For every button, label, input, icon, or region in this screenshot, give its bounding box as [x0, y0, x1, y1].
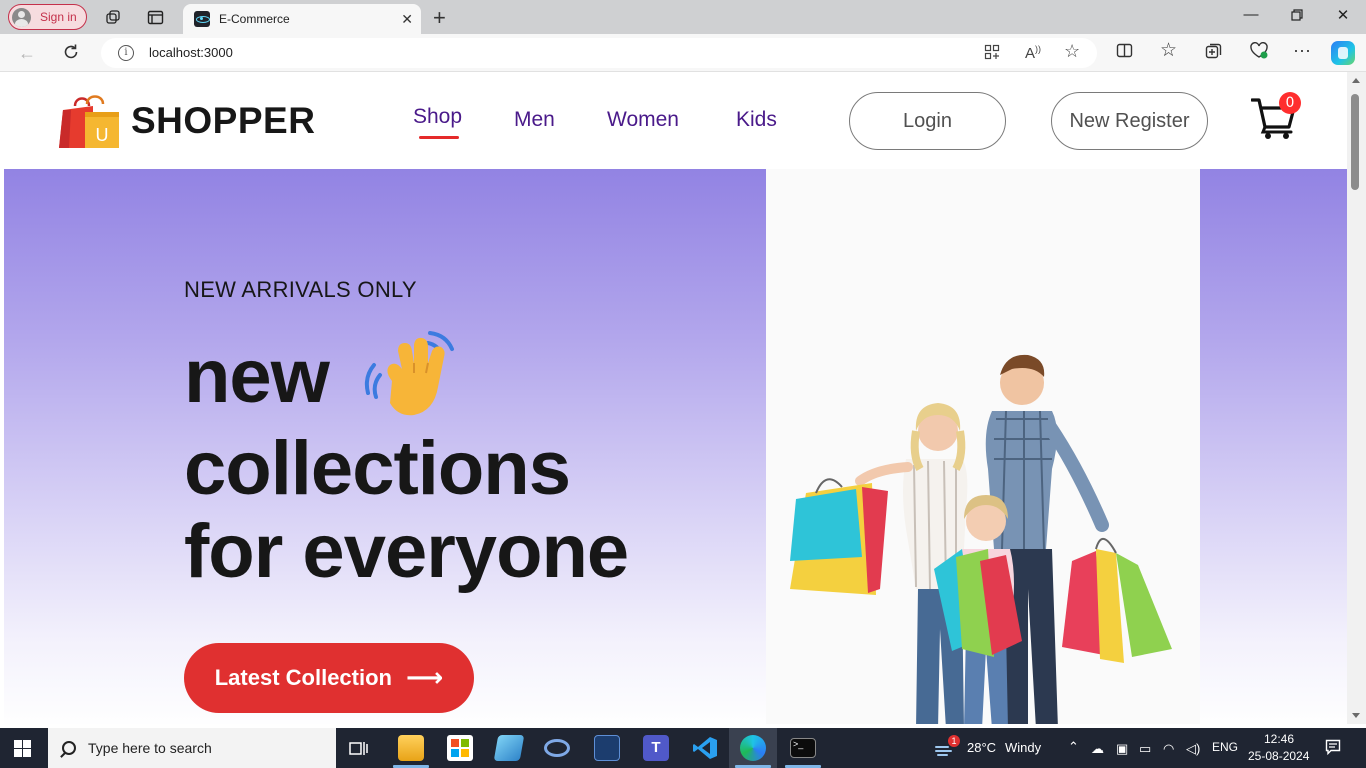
app-available-icon[interactable]: [984, 44, 1000, 65]
back-arrow-icon[interactable]: ←: [18, 43, 36, 64]
vscode-icon[interactable]: [692, 735, 718, 761]
mysql-workbench-icon[interactable]: [594, 735, 620, 761]
login-button[interactable]: Login: [849, 92, 1006, 150]
search-icon: [62, 741, 76, 755]
weather-description[interactable]: Windy: [1005, 740, 1041, 755]
hero-family-image: [766, 169, 1200, 724]
nav-shop-link[interactable]: Shop: [413, 105, 462, 129]
minimize-button[interactable]: —: [1228, 6, 1274, 23]
split-screen-icon[interactable]: [1116, 42, 1133, 64]
tab-ecommerce[interactable]: E-Commerce ✕: [183, 4, 421, 34]
microsoft-store-icon[interactable]: [447, 735, 473, 761]
refresh-icon[interactable]: [62, 43, 80, 66]
task-view-icon[interactable]: [348, 737, 374, 763]
windows-taskbar: Type here to search T >_ 1 28°C Windy ⌃ …: [0, 728, 1366, 768]
volume-icon[interactable]: ◁): [1186, 741, 1200, 757]
react-favicon-icon: [194, 11, 210, 27]
brand-name[interactable]: SHOPPER: [131, 100, 315, 142]
terminal-icon[interactable]: >_: [790, 738, 816, 758]
windows-start-icon[interactable]: [14, 740, 31, 757]
camera-icon[interactable]: ▣: [1116, 741, 1128, 757]
address-bar[interactable]: i localhost:3000 A)) ☆: [101, 38, 1097, 68]
workspaces-icon[interactable]: [104, 8, 122, 26]
new-tab-button[interactable]: +: [433, 5, 446, 31]
hero-headline-line3: for everyone: [184, 509, 629, 594]
weather-temperature[interactable]: 28°C: [967, 740, 996, 755]
site-navbar: U SHOPPER Shop Men Women Kids Login New …: [4, 72, 1347, 169]
browser-tab-strip: Sign in E-Commerce ✕ + — ✕: [0, 0, 1366, 34]
collections-icon[interactable]: [1205, 42, 1223, 65]
favorite-star-icon[interactable]: ☆: [1064, 41, 1080, 62]
hero-eyebrow: NEW ARRIVALS ONLY: [184, 277, 417, 302]
edge-browser-icon[interactable]: [740, 735, 766, 761]
chevron-up-icon[interactable]: ⌃: [1068, 739, 1079, 755]
file-explorer-icon[interactable]: [398, 735, 424, 761]
nav-kids-link[interactable]: Kids: [736, 108, 777, 132]
taskbar-search-box[interactable]: Type here to search: [48, 728, 336, 768]
signin-label: Sign in: [40, 10, 77, 24]
page-viewport: U SHOPPER Shop Men Women Kids Login New …: [4, 72, 1347, 724]
wifi-icon[interactable]: ◠: [1163, 741, 1174, 757]
power-automate-icon[interactable]: [544, 739, 570, 757]
tab-title: E-Commerce: [219, 12, 290, 26]
profile-avatar-icon: [12, 7, 31, 27]
teams-icon[interactable]: T: [643, 735, 669, 761]
nav-women-link[interactable]: Women: [607, 108, 679, 132]
notifications-icon[interactable]: [1325, 739, 1341, 758]
scrollbar-thumb[interactable]: [1351, 94, 1359, 190]
weather-badge: 1: [948, 735, 960, 747]
browser-toolbar: ← i localhost:3000 A)) ☆ ☆ ···: [0, 34, 1366, 72]
read-aloud-icon[interactable]: A)): [1025, 44, 1041, 62]
more-icon[interactable]: ···: [1293, 40, 1311, 61]
new-register-button[interactable]: New Register: [1051, 92, 1208, 150]
network-sync-icon[interactable]: ☁: [1091, 741, 1104, 757]
active-nav-underline: [419, 136, 459, 139]
copilot-icon[interactable]: [1331, 41, 1355, 65]
site-info-icon[interactable]: i: [118, 45, 134, 61]
latest-collection-button[interactable]: Latest Collection ⟶: [184, 643, 474, 713]
search-placeholder: Type here to search: [88, 740, 212, 756]
restore-button[interactable]: [1274, 6, 1320, 25]
right-arrow-icon: ⟶: [405, 663, 444, 693]
url-text: localhost:3000: [149, 45, 233, 60]
notepad-app-icon[interactable]: [493, 735, 525, 761]
clock-time[interactable]: 12:46: [1264, 732, 1294, 746]
clock-date[interactable]: 25-08-2024: [1248, 749, 1309, 763]
cart-count-badge: 0: [1279, 92, 1301, 114]
battery-icon[interactable]: ▭: [1139, 741, 1151, 757]
favorites-icon[interactable]: ☆: [1160, 39, 1177, 62]
browser-essentials-icon[interactable]: [1249, 42, 1269, 65]
profile-signin-button[interactable]: Sign in: [8, 4, 87, 30]
scroll-up-arrow-icon[interactable]: [1352, 78, 1360, 83]
tab-close-icon[interactable]: ✕: [401, 11, 413, 28]
page-scrollbar[interactable]: [1347, 72, 1366, 724]
svg-text:U: U: [96, 125, 109, 145]
waving-hand-icon: [364, 331, 454, 416]
hero-headline-line1: new: [184, 334, 330, 419]
cta-label: Latest Collection: [214, 665, 392, 690]
hero-section: NEW ARRIVALS ONLY new collections for ev…: [4, 169, 1347, 724]
scroll-down-arrow-icon[interactable]: [1352, 713, 1360, 718]
shopping-bag-logo-icon: U: [59, 95, 119, 148]
close-window-button[interactable]: ✕: [1320, 6, 1366, 24]
language-indicator[interactable]: ENG: [1212, 740, 1238, 754]
hero-headline-line2: collections: [184, 426, 571, 511]
tab-actions-icon[interactable]: [146, 8, 164, 26]
nav-men-link[interactable]: Men: [514, 108, 555, 132]
